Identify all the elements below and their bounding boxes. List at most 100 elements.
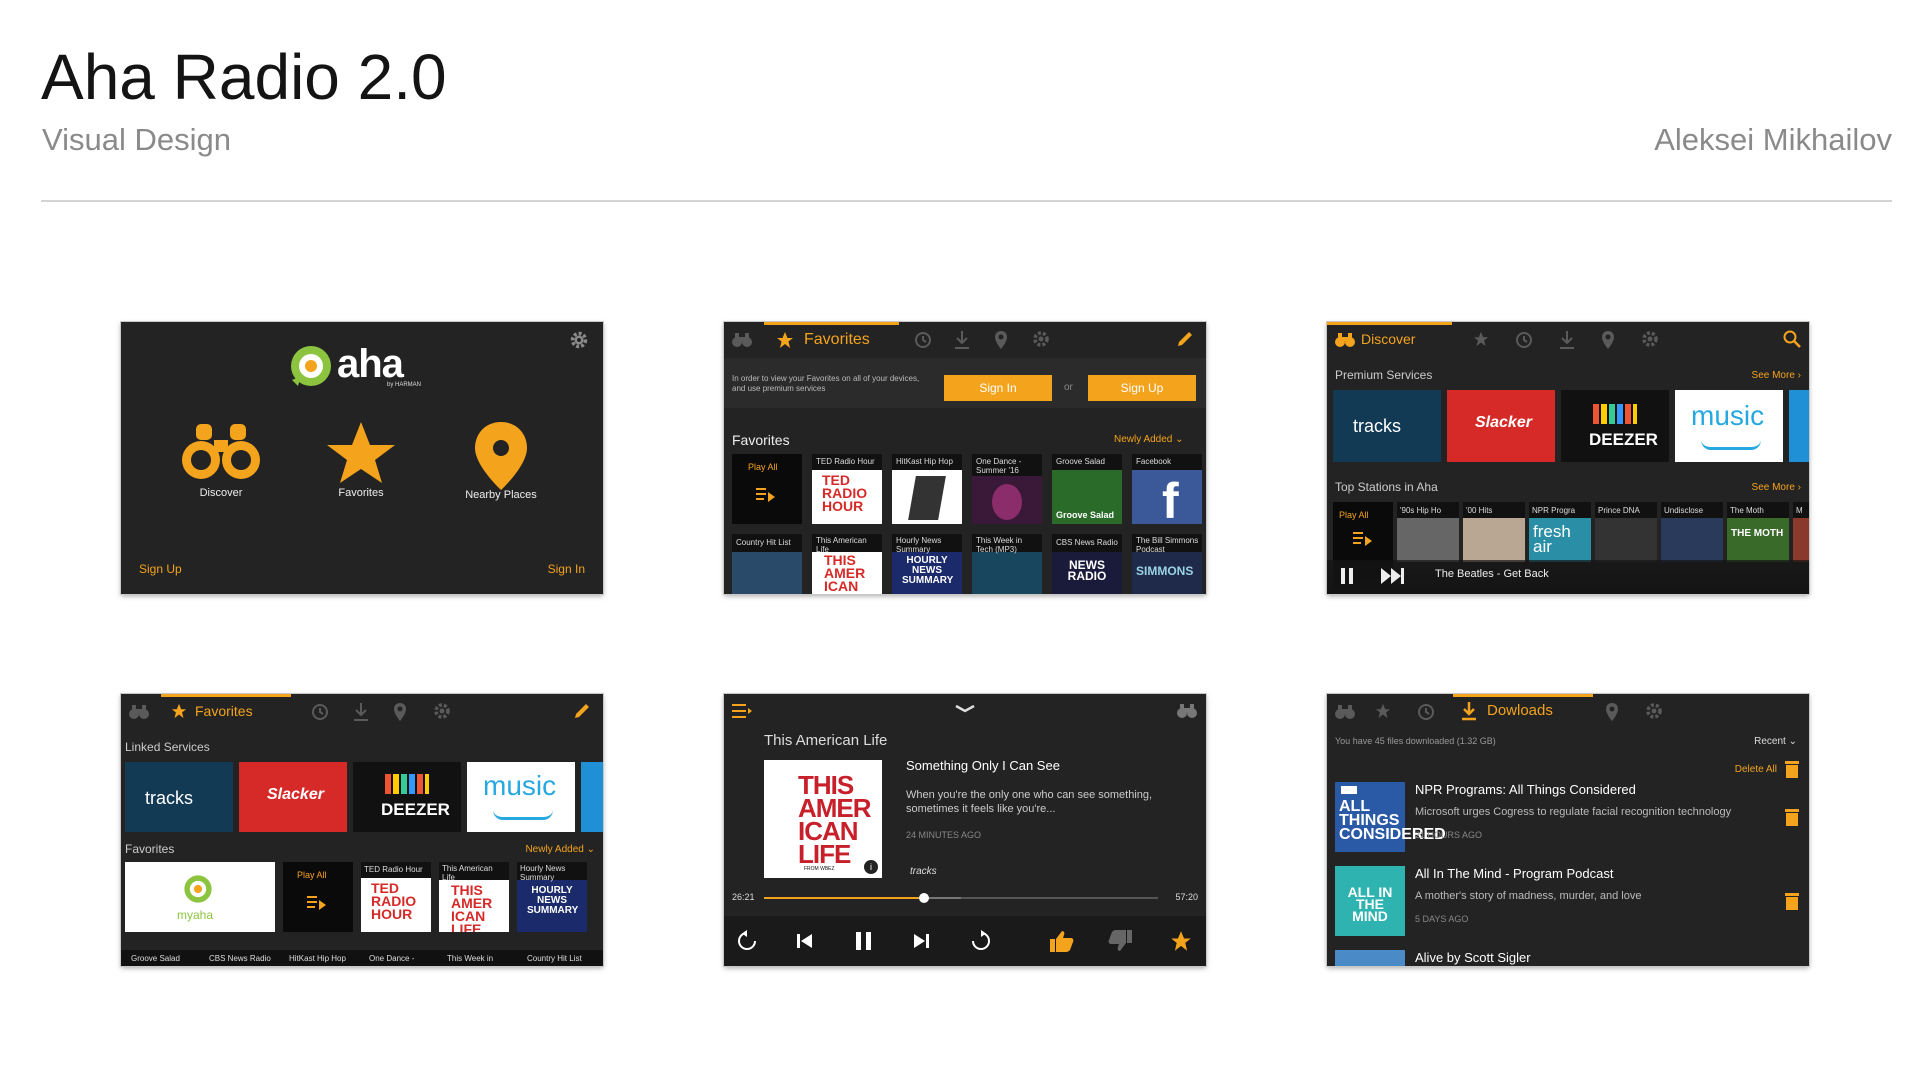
station-tile[interactable]: Prince DNA <box>1595 502 1657 562</box>
binoculars-icon[interactable] <box>1335 704 1355 720</box>
download-icon[interactable] <box>1559 330 1575 350</box>
sort-dropdown[interactable]: Newly Added ⌄ <box>1114 434 1184 445</box>
station-tile[interactable]: M <box>1793 502 1809 562</box>
location-pin-icon[interactable] <box>393 702 407 722</box>
sort-dropdown[interactable]: Recent ⌄ <box>1754 736 1797 747</box>
slacker-service-tile[interactable]: Slacker <box>1447 390 1555 462</box>
download-icon[interactable] <box>954 330 970 350</box>
deezer-service-tile[interactable]: DEEZER <box>353 762 461 832</box>
amazon-music-tile[interactable]: music <box>467 762 575 832</box>
deezer-logo: DEEZER <box>1589 430 1658 449</box>
binoculars-icon[interactable] <box>1176 703 1198 719</box>
skip-next-icon[interactable] <box>1381 568 1405 584</box>
gear-icon[interactable] <box>1641 330 1659 348</box>
groove-salad-tile[interactable]: Groove Salad Groove Salad <box>1052 454 1122 524</box>
location-pin-icon[interactable] <box>994 330 1008 350</box>
location-pin-icon[interactable] <box>1601 330 1615 350</box>
one-dance-tile[interactable]: One Dance - Summer '16 <box>972 454 1042 524</box>
edit-pencil-icon[interactable] <box>573 702 591 720</box>
trash-icon[interactable] <box>1785 760 1799 778</box>
hitkast-tile[interactable]: HitKast Hip Hop <box>892 454 962 524</box>
delete-all-button[interactable]: Delete All <box>1735 764 1777 775</box>
gear-icon[interactable] <box>569 330 589 350</box>
sign-up-button[interactable]: Sign Up <box>1088 375 1196 401</box>
history-icon[interactable] <box>1417 703 1435 721</box>
deezer-service-tile[interactable]: DEEZER <box>1561 390 1669 462</box>
station-tile[interactable]: '90s Hip Ho <box>1397 502 1459 562</box>
download-icon[interactable] <box>1461 701 1477 721</box>
history-icon[interactable] <box>914 331 932 349</box>
next-icon[interactable] <box>912 932 930 950</box>
download-icon[interactable] <box>353 702 369 722</box>
history-icon[interactable] <box>311 703 329 721</box>
rewind-15-icon[interactable] <box>736 930 758 952</box>
tracks-service-tile[interactable]: tracks <box>125 762 233 832</box>
this-week-tech-tile[interactable]: This Week in Tech (MP3) <box>972 534 1042 594</box>
play-all-tile[interactable]: Play All <box>283 862 353 932</box>
hourly-news-tile[interactable]: Hourly News Summary HOURLY NEWS SUMMARY <box>892 534 962 594</box>
thumbs-down-icon[interactable] <box>1108 930 1132 952</box>
tracks-service-tile[interactable]: tracks <box>1333 390 1441 462</box>
menu-icon[interactable] <box>732 704 752 718</box>
edit-pencil-icon[interactable] <box>1176 330 1194 348</box>
sign-in-link[interactable]: Sign In <box>548 562 585 576</box>
thumbs-up-icon[interactable] <box>1050 930 1074 952</box>
discover-button[interactable]: Discover <box>171 420 271 499</box>
amazon-music-tile[interactable]: music <box>1675 390 1783 462</box>
location-pin-icon[interactable] <box>1605 702 1619 722</box>
ted-radio-hour-tile[interactable]: TED Radio Hour TED RADIO HOUR <box>361 862 431 932</box>
myaha-tile[interactable]: myaha <box>125 862 275 932</box>
sign-in-button[interactable]: Sign In <box>944 375 1052 401</box>
forward-15-icon[interactable] <box>970 930 992 952</box>
history-icon[interactable] <box>1515 331 1533 349</box>
favorites-button[interactable]: Favorites <box>311 420 411 499</box>
trash-icon[interactable] <box>1785 808 1799 826</box>
bill-simmons-tile[interactable]: The Bill Simmons Podcast SIMMONS <box>1132 534 1202 594</box>
station-tile[interactable]: NPR Progra fresh air <box>1529 502 1591 562</box>
star-icon[interactable] <box>1473 331 1489 347</box>
sort-label: Recent <box>1754 736 1786 747</box>
gear-icon[interactable] <box>1645 702 1663 720</box>
tab-favorites[interactable]: Favorites <box>195 703 253 719</box>
sort-dropdown[interactable]: Newly Added ⌄ <box>525 844 595 855</box>
pause-icon[interactable] <box>1341 568 1355 584</box>
sign-up-link[interactable]: Sign Up <box>139 562 182 576</box>
progress-track[interactable] <box>764 893 1158 903</box>
star-icon[interactable] <box>171 703 187 719</box>
star-icon[interactable] <box>1375 703 1391 719</box>
play-all-tile[interactable]: Play All <box>732 454 802 524</box>
tab-discover[interactable]: Discover <box>1361 331 1415 347</box>
search-icon[interactable] <box>1783 330 1801 348</box>
gear-icon[interactable] <box>433 702 451 720</box>
american-art-text: THIS AMER ICAN LIFE <box>824 552 866 594</box>
tab-favorites[interactable]: Favorites <box>804 331 870 349</box>
see-more-stations[interactable]: See More › <box>1752 482 1801 493</box>
star-icon[interactable] <box>776 331 794 349</box>
gear-icon[interactable] <box>1032 330 1050 348</box>
this-american-life-tile[interactable]: This American LifeTHIS AMER ICAN LIFE <box>812 534 882 594</box>
station-tile[interactable]: The Moth THE MOTH <box>1727 502 1789 562</box>
progress-handle[interactable] <box>919 893 930 903</box>
slacker-service-tile[interactable]: Slacker <box>239 762 347 832</box>
chevron-down-icon[interactable] <box>954 704 976 714</box>
info-icon[interactable]: i <box>864 860 878 874</box>
ted-radio-hour-tile[interactable]: TED Radio Hour TED RADIO HOUR <box>812 454 882 524</box>
nearby-places-button[interactable]: Nearby Places <box>441 420 561 501</box>
tab-downloads[interactable]: Dowloads <box>1487 702 1553 719</box>
facebook-tile[interactable]: Facebook f <box>1132 454 1202 524</box>
hourly-news-tile[interactable]: Hourly News Summary HOURLY NEWS SUMMARY <box>517 862 587 932</box>
binoculars-icon[interactable] <box>129 704 149 720</box>
trash-icon[interactable] <box>1785 892 1799 910</box>
this-american-life-tile[interactable]: This American LifeTHIS AMER ICAN LIFE <box>439 862 509 932</box>
tab-bar: Dowloads <box>1327 694 1809 730</box>
cbs-news-tile[interactable]: CBS News Radio NEWS RADIO <box>1052 534 1122 594</box>
see-more-premium[interactable]: See More › <box>1752 370 1801 381</box>
station-tile[interactable]: Undisclose <box>1661 502 1723 562</box>
binoculars-icon[interactable] <box>1335 332 1355 348</box>
country-hit-list-tile[interactable]: Country Hit List <box>732 534 802 594</box>
favorite-star-icon[interactable] <box>1170 930 1192 952</box>
station-tile[interactable]: '00 Hits <box>1463 502 1525 562</box>
previous-icon[interactable] <box>796 932 814 950</box>
pause-icon[interactable] <box>856 932 872 950</box>
binoculars-icon[interactable] <box>732 332 752 348</box>
